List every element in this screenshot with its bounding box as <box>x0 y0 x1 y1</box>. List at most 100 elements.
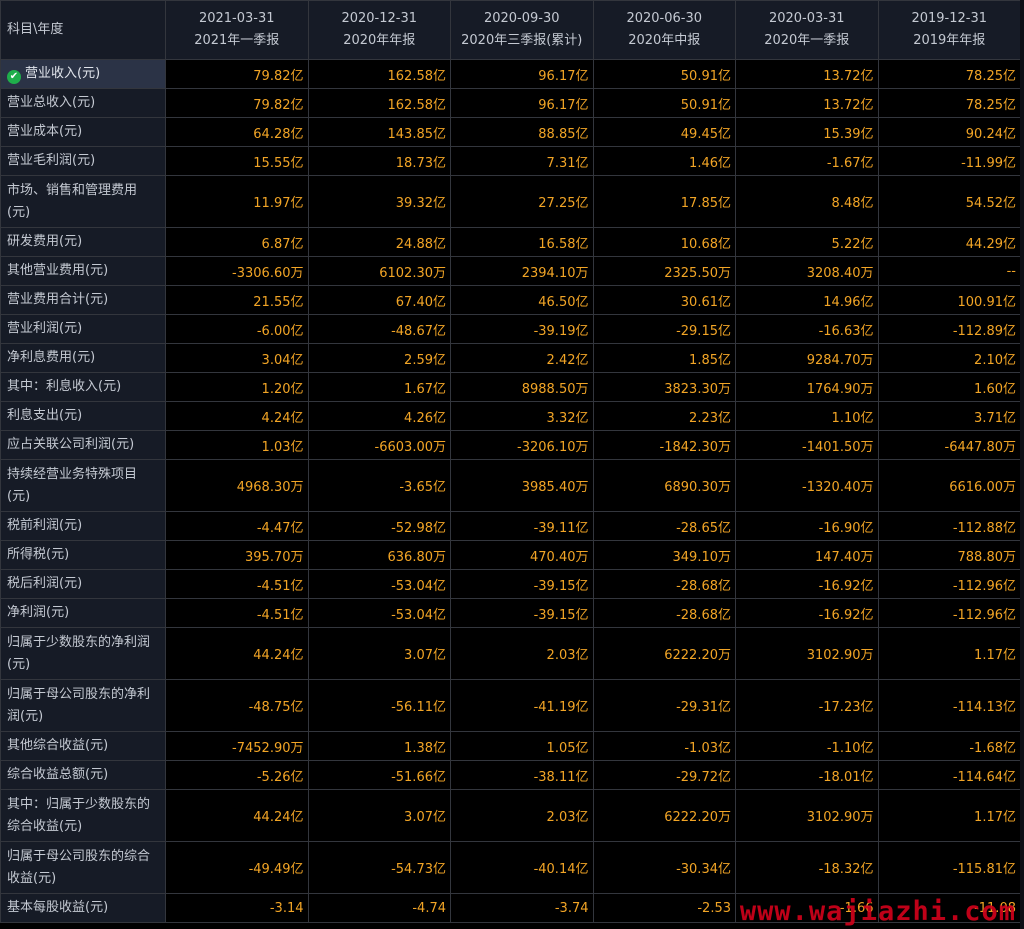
value-cell: 1.38亿 <box>307 731 451 761</box>
row-label[interactable]: 归属于母公司股东的综合收益(元) <box>0 841 166 894</box>
header-period-date: 2020-03-31 <box>768 11 845 26</box>
table-row[interactable]: 税后利润(元) -4.51亿 -53.04亿 -39.15亿 -28.68亿 -16.92… <box>0 569 1021 599</box>
header-period-5[interactable]: 2020-03-31 2020年一季报 <box>735 0 879 60</box>
row-label-text: 税后利润(元) <box>7 576 83 591</box>
table-row[interactable]: 归属于母公司股东的综合收益(元) -49.49亿 -54.73亿 -40.14亿 -30… <box>0 841 1021 894</box>
row-label[interactable]: 归属于母公司股东的净利润(元) <box>0 679 166 732</box>
table-row[interactable]: 归属于母公司股东的净利润(元) -48.75亿 -56.11亿 -41.19亿 -29.… <box>0 679 1021 732</box>
value-cell: -4.74 <box>307 893 451 923</box>
row-label[interactable]: 净利息费用(元) <box>0 343 166 373</box>
table-row[interactable]: 营业成本(元) 64.28亿 143.85亿 88.85亿 49.45亿 15.39亿 90… <box>0 117 1021 147</box>
row-label[interactable]: 研发费用(元) <box>0 227 166 257</box>
table-row[interactable]: 市场、销售和管理费用(元) 11.97亿 39.32亿 27.25亿 17.85亿 8.4… <box>0 175 1021 228</box>
row-label-text: 其中：利息收入(元) <box>7 379 122 394</box>
table-row[interactable]: 净利润(元) -4.51亿 -53.04亿 -39.15亿 -28.68亿 -16.92亿… <box>0 598 1021 628</box>
row-label[interactable]: 营业总收入(元) <box>0 88 166 118</box>
value-cell: -1.03亿 <box>592 731 736 761</box>
value-cell: 1764.90万 <box>735 372 879 402</box>
table-row[interactable]: 净利息费用(元) 3.04亿 2.59亿 2.42亿 1.85亿 9284.70万 2.10… <box>0 343 1021 373</box>
row-label[interactable]: 其他综合收益(元) <box>0 731 166 761</box>
row-label-text: 市场、销售和管理费用(元) <box>7 182 138 220</box>
header-period-2[interactable]: 2020-12-31 2020年年报 <box>307 0 451 60</box>
row-label[interactable]: ✔ 营业收入(元) <box>0 59 166 89</box>
header-period-1[interactable]: 2021-03-31 2021年一季报 <box>165 0 309 60</box>
table-row[interactable]: 综合收益总额(元) -5.26亿 -51.66亿 -38.11亿 -29.72亿 -18.… <box>0 760 1021 790</box>
row-label[interactable]: 持续经营业务特殊项目(元) <box>0 459 166 512</box>
table-row[interactable]: 其他综合收益(元) -7452.90万 1.38亿 1.05亿 -1.03亿 -1.10亿… <box>0 731 1021 761</box>
value-cell: -4.51亿 <box>165 598 309 628</box>
value-cell: -4.51亿 <box>165 569 309 599</box>
row-label[interactable]: 其中：归属于少数股东的综合收益(元) <box>0 789 166 842</box>
value-cell: 30.61亿 <box>592 285 736 315</box>
value-cell: -39.19亿 <box>450 314 594 344</box>
value-cell: 6.87亿 <box>165 227 309 257</box>
table-row[interactable]: 营业费用合计(元) 21.55亿 67.40亿 46.50亿 30.61亿 14.96亿 1… <box>0 285 1021 315</box>
value-cell: -51.66亿 <box>307 760 451 790</box>
row-label[interactable]: 营业毛利润(元) <box>0 146 166 176</box>
row-label[interactable]: 税后利润(元) <box>0 569 166 599</box>
value-cell: -3.65亿 <box>307 459 451 512</box>
row-label[interactable]: 基本每股收益(元) <box>0 893 166 923</box>
row-label[interactable]: 净利润(元) <box>0 598 166 628</box>
table-row[interactable]: 持续经营业务特殊项目(元) 4968.30万 -3.65亿 3985.40万 6890.… <box>0 459 1021 512</box>
row-label-text: 营业收入(元) <box>25 66 101 81</box>
row-label[interactable]: 营业利润(元) <box>0 314 166 344</box>
value-cell: 79.82亿 <box>165 88 309 118</box>
table-row[interactable]: 应占关联公司利润(元) 1.03亿 -6603.00万 -3206.10万 -1842.… <box>0 430 1021 460</box>
value-cell: 27.25亿 <box>450 175 594 228</box>
header-period-3[interactable]: 2020-09-30 2020年三季报(累计) <box>450 0 594 60</box>
value-cell: -3.14 <box>165 893 309 923</box>
table-row[interactable]: 营业毛利润(元) 15.55亿 18.73亿 7.31亿 1.46亿 -1.67亿 -11.… <box>0 146 1021 176</box>
value-cell: -2.53 <box>592 893 736 923</box>
row-label[interactable]: 其他营业费用(元) <box>0 256 166 286</box>
value-cell: -112.89亿 <box>877 314 1021 344</box>
table-row[interactable]: 研发费用(元) 6.87亿 24.88亿 16.58亿 10.68亿 5.22亿 44.29… <box>0 227 1021 257</box>
value-cell: 18.73亿 <box>307 146 451 176</box>
table-row[interactable]: 所得税(元) 395.70万 636.80万 470.40万 349.10万 147.40… <box>0 540 1021 570</box>
row-label[interactable]: 所得税(元) <box>0 540 166 570</box>
row-label[interactable]: 市场、销售和管理费用(元) <box>0 175 166 228</box>
value-cell: 1.20亿 <box>165 372 309 402</box>
header-period-date: 2020-12-31 <box>341 11 418 26</box>
header-period-date: 2019-12-31 <box>911 11 988 26</box>
row-label[interactable]: 其中：利息收入(元) <box>0 372 166 402</box>
value-cell: 788.80万 <box>877 540 1021 570</box>
value-cell: -1.68亿 <box>877 731 1021 761</box>
value-cell: 13.72亿 <box>735 88 879 118</box>
table-row[interactable]: 基本每股收益(元) -3.14 -4.74 -3.74 -2.53 -1.66 -11.08 <box>0 893 1021 923</box>
value-cell: 6222.20万 <box>592 627 736 680</box>
value-cell: 2.10亿 <box>877 343 1021 373</box>
value-cell: 15.55亿 <box>165 146 309 176</box>
value-cell: -1.67亿 <box>735 146 879 176</box>
row-label[interactable]: 营业成本(元) <box>0 117 166 147</box>
value-cell: 50.91亿 <box>592 59 736 89</box>
table-row[interactable]: 利息支出(元) 4.24亿 4.26亿 3.32亿 2.23亿 1.10亿 3.71亿 <box>0 401 1021 431</box>
row-label[interactable]: 利息支出(元) <box>0 401 166 431</box>
value-cell: -16.90亿 <box>735 511 879 541</box>
row-label[interactable]: 应占关联公司利润(元) <box>0 430 166 460</box>
table-row[interactable]: 其他营业费用(元) -3306.60万 6102.30万 2394.10万 2325.5… <box>0 256 1021 286</box>
row-label[interactable]: 综合收益总额(元) <box>0 760 166 790</box>
table-row[interactable]: 营业总收入(元) 79.82亿 162.58亿 96.17亿 50.91亿 13.72亿 7… <box>0 88 1021 118</box>
table-row[interactable]: 归属于少数股东的净利润(元) 44.24亿 3.07亿 2.03亿 6222.20万 31… <box>0 627 1021 680</box>
table-row[interactable]: 其中：归属于少数股东的综合收益(元) 44.24亿 3.07亿 2.03亿 6222.2… <box>0 789 1021 842</box>
row-label[interactable]: 归属于少数股东的净利润(元) <box>0 627 166 680</box>
row-label[interactable]: 营业费用合计(元) <box>0 285 166 315</box>
header-period-date: 2020-06-30 <box>626 11 703 26</box>
value-cell: -16.63亿 <box>735 314 879 344</box>
table-row[interactable]: 营业利润(元) -6.00亿 -48.67亿 -39.19亿 -29.15亿 -16.63… <box>0 314 1021 344</box>
table-row[interactable]: ✔ 营业收入(元) 79.82亿 162.58亿 96.17亿 50.91亿 13.72亿 7… <box>0 59 1021 89</box>
vertical-scrollbar[interactable] <box>1020 0 1024 929</box>
header-period-4[interactable]: 2020-06-30 2020年中报 <box>592 0 736 60</box>
table-row[interactable]: 其中：利息收入(元) 1.20亿 1.67亿 8988.50万 3823.30万 1764… <box>0 372 1021 402</box>
row-label-text: 税前利润(元) <box>7 518 83 533</box>
row-label[interactable]: 税前利润(元) <box>0 511 166 541</box>
value-cell: 17.85亿 <box>592 175 736 228</box>
value-cell: -40.14亿 <box>450 841 594 894</box>
row-label-text: 应占关联公司利润(元) <box>7 437 135 452</box>
value-cell: 162.58亿 <box>307 59 451 89</box>
table-header: 科目\年度 2021-03-31 2021年一季报 2020-12-31 2020年… <box>0 0 1021 60</box>
header-period-6[interactable]: 2019-12-31 2019年年报 <box>877 0 1021 60</box>
value-cell: 3.07亿 <box>307 627 451 680</box>
table-row[interactable]: 税前利润(元) -4.47亿 -52.98亿 -39.11亿 -28.65亿 -16.90… <box>0 511 1021 541</box>
